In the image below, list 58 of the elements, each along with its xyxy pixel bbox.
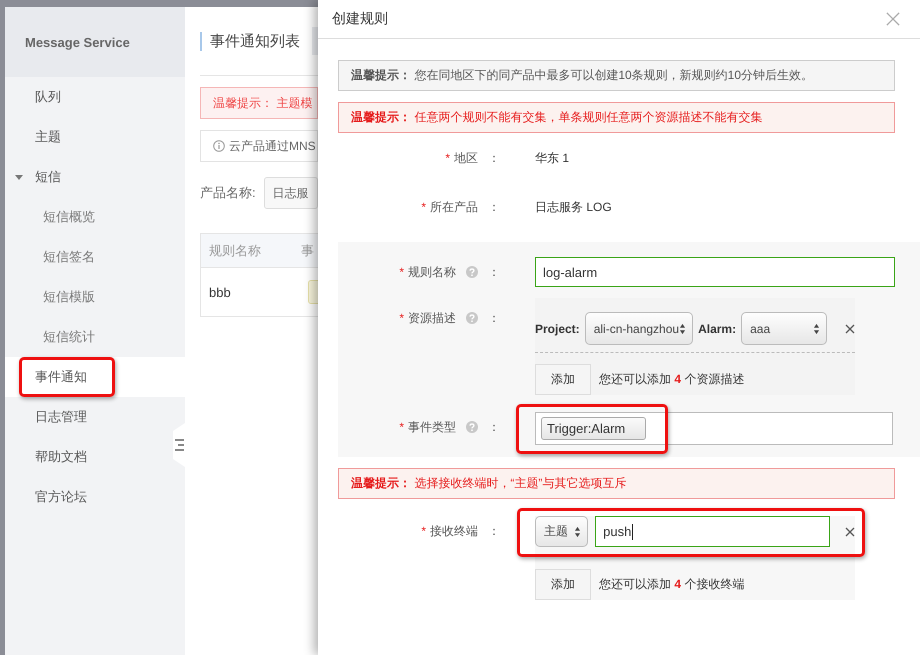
- table-cell-text: bbb: [208, 284, 232, 300]
- field-label: * 规则名称 ：: [398, 264, 501, 281]
- product-select[interactable]: 日志服: [264, 177, 318, 209]
- dialog-title: 创建规则: [332, 10, 388, 28]
- field-label: * 地区 ：: [444, 150, 501, 167]
- filter-label: 产品名称:: [200, 184, 256, 202]
- sort-arrows-icon: [679, 322, 686, 334]
- close-icon[interactable]: [886, 12, 900, 26]
- sidebar-item[interactable]: 短信概览: [5, 197, 171, 237]
- info-text: 云产品通过MNS: [229, 138, 316, 154]
- sidebar-item[interactable]: 主题: [5, 117, 171, 157]
- field-label: * 所在产品 ：: [420, 198, 501, 216]
- notice-banner: 温馨提示： 任意两个规则不能有交集，单条规则任意两个资源描述不能有交集: [338, 102, 895, 133]
- sidebar-item[interactable]: 帮助文档: [5, 437, 171, 477]
- field-label: * 接收终端 ：: [420, 522, 501, 540]
- select-field[interactable]: ali-cn-hangzhou: [584, 312, 694, 345]
- app-title: Message Service: [25, 34, 130, 50]
- sidebar-item[interactable]: 官方论坛: [5, 477, 171, 517]
- sort-arrows-icon: [574, 526, 582, 538]
- sidebar-item[interactable]: 事件通知: [5, 357, 185, 397]
- select-label: Alarm:: [698, 322, 736, 336]
- help-icon[interactable]: [466, 421, 478, 433]
- sidebar-item[interactable]: 短信: [5, 157, 171, 197]
- add-button[interactable]: 添加: [535, 364, 591, 395]
- help-icon[interactable]: [466, 312, 478, 324]
- column-header: 事: [301, 242, 315, 260]
- select-field[interactable]: aaa: [741, 312, 827, 345]
- notice-banner: 温馨提示： 主题模: [200, 87, 318, 119]
- text-field[interactable]: log-alarm: [535, 257, 895, 287]
- notice-banner: 温馨提示： 您在同地区下的同产品中最多可以创建10条规则，新规则约10分钟后生效。: [338, 60, 895, 91]
- field-value: 华东 1: [535, 151, 570, 165]
- sidebar-item[interactable]: 短信模版: [5, 277, 171, 317]
- column-header: 规则名称: [208, 242, 262, 260]
- hint-text: 您还可以添加 4 个资源描述: [599, 371, 744, 388]
- page-title: 事件通知列表: [200, 32, 300, 50]
- sidebar-item[interactable]: 短信签名: [5, 237, 171, 277]
- select-field[interactable]: 主题: [535, 516, 588, 547]
- field-label: * 事件类型 ：: [398, 418, 501, 436]
- collapse-icon[interactable]: [171, 423, 185, 467]
- hint-text: 您还可以添加 4 个接收终端: [599, 576, 744, 593]
- text-field[interactable]: push: [595, 516, 830, 547]
- field-label: * 资源描述 ：: [398, 310, 501, 327]
- sidebar-item[interactable]: 日志管理: [5, 397, 171, 437]
- remove-icon[interactable]: [845, 526, 855, 536]
- field-value: 日志服务 LOG: [535, 200, 612, 214]
- sort-arrows-icon: [813, 322, 820, 334]
- info-icon: [213, 140, 225, 152]
- select-label: Project:: [535, 322, 580, 336]
- help-icon[interactable]: [466, 266, 478, 278]
- notice-banner: 温馨提示： 选择接收终端时，“主题”与其它选项互斥: [338, 468, 895, 499]
- sidebar-item[interactable]: 队列: [5, 77, 171, 117]
- caret-icon: [14, 172, 24, 182]
- sidebar-item[interactable]: 短信统计: [5, 317, 171, 357]
- tab[interactable]: [312, 27, 318, 55]
- tag-field[interactable]: Trigger:Alarm: [535, 412, 893, 445]
- tag: Trigger:Alarm: [541, 417, 646, 440]
- remove-icon[interactable]: [845, 324, 855, 334]
- add-button[interactable]: 添加: [535, 569, 591, 600]
